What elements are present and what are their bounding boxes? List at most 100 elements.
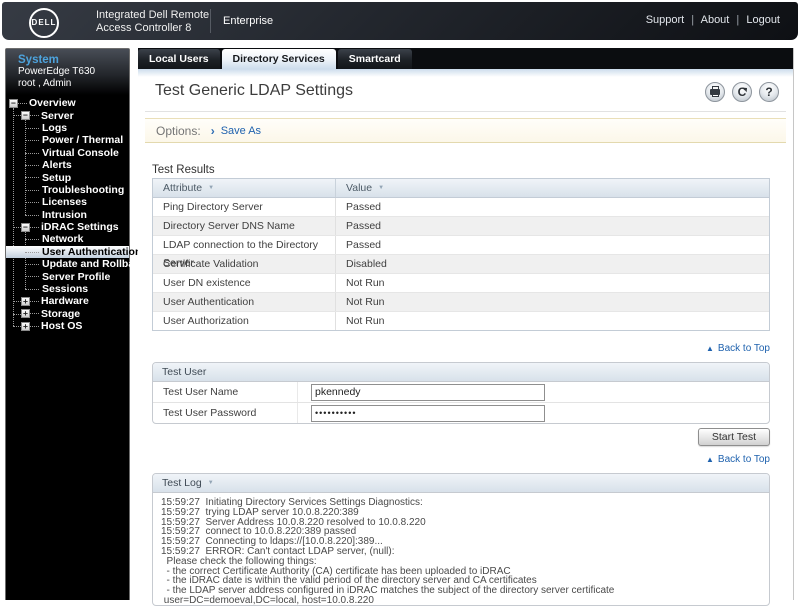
navigation-tree: − Overview − Server Logs Power / Thermal… <box>6 95 146 332</box>
tree-expand-icon[interactable]: + <box>21 321 39 331</box>
tree-collapse-icon[interactable]: − <box>21 111 39 121</box>
save-as-link[interactable]: Save As <box>221 125 261 137</box>
tree-collapse-icon[interactable]: − <box>9 98 27 108</box>
sidebar-item-user-authentication[interactable]: User Authentication <box>6 245 141 259</box>
sidebar-item-server[interactable]: − Server <box>6 109 129 122</box>
value-cell: Not Run <box>346 277 385 289</box>
product-name-line1: Integrated Dell Remote <box>96 9 210 21</box>
header-divider <box>210 9 211 33</box>
dell-logo-icon: DELL <box>29 8 59 38</box>
refresh-icon: C <box>737 85 747 99</box>
table-row: LDAP connection to the Directory Server … <box>153 236 769 269</box>
sidebar-item-label: Sessions <box>42 283 89 296</box>
back-to-top-link[interactable]: ▲ Back to Top <box>152 343 770 354</box>
sidebar-item-hardware[interactable]: + Hardware <box>6 295 129 307</box>
main-pane: Local Users Directory Services Smartcard… <box>138 48 794 606</box>
sidebar-item-label: Troubleshooting <box>42 183 125 196</box>
value-cell: Disabled <box>346 258 387 270</box>
logout-link[interactable]: Logout <box>746 14 780 26</box>
sidebar-item-label: Virtual Console <box>42 146 119 159</box>
column-header-attribute[interactable]: Attribute ▼ <box>153 179 336 197</box>
test-user-password-input[interactable] <box>311 404 545 422</box>
sort-icon: ▼ <box>207 480 214 486</box>
attribute-cell: Directory Server DNS Name <box>153 217 336 235</box>
tree-expand-icon[interactable]: + <box>21 309 39 319</box>
sidebar-item-label: iDRAC Settings <box>41 221 119 234</box>
test-user-name-label: Test User Name <box>153 382 298 402</box>
up-triangle-icon: ▲ <box>706 455 714 464</box>
header-links: Support | About | Logout <box>646 14 780 26</box>
tree-expand-icon[interactable]: + <box>21 297 39 306</box>
sidebar: System PowerEdge T630 root , Admin − Ove… <box>5 48 146 600</box>
app-header: DELL Integrated Dell Remote Access Contr… <box>2 2 798 40</box>
print-button[interactable] <box>705 82 725 102</box>
sidebar-item-update-and-rollback[interactable]: Update and Rollback <box>6 258 146 270</box>
test-log-header[interactable]: Test Log ▼ <box>153 474 769 493</box>
support-link[interactable]: Support <box>646 14 685 26</box>
sidebar-item-setup[interactable]: Setup <box>6 171 129 184</box>
start-test-button[interactable]: Start Test <box>697 428 770 446</box>
sidebar-item-label: Logs <box>42 121 68 134</box>
sidebar-item-alerts[interactable]: Alerts <box>6 159 129 171</box>
column-header-label: Value <box>346 182 373 194</box>
title-row: Test Generic LDAP Settings C ? <box>155 82 779 106</box>
product-name-line2: Access Controller 8 <box>96 21 192 34</box>
tab-smartcard[interactable]: Smartcard <box>337 49 412 69</box>
sidebar-item-sessions[interactable]: Sessions <box>6 283 129 295</box>
help-button[interactable]: ? <box>759 82 779 102</box>
column-header-label: Attribute <box>163 182 203 194</box>
test-user-password-row: Test User Password <box>153 403 769 423</box>
sidebar-item-label: Update and Rollback <box>42 258 146 271</box>
about-link[interactable]: About <box>701 14 730 26</box>
sidebar-item-idrac-settings[interactable]: − iDRAC Settings <box>6 221 129 233</box>
title-separator <box>145 111 786 112</box>
sidebar-item-power-thermal[interactable]: Power / Thermal <box>6 134 129 146</box>
sidebar-item-label: Storage <box>41 307 81 320</box>
tab-directory-services[interactable]: Directory Services <box>221 49 336 69</box>
table-row: Ping Directory Server Passed <box>153 198 769 217</box>
sidebar-item-intrusion[interactable]: Intrusion <box>6 209 129 221</box>
options-label: Options: <box>156 123 201 138</box>
sidebar-item-overview[interactable]: − Overview <box>6 97 129 109</box>
attribute-cell: User Authentication <box>153 293 336 311</box>
table-header-row: Attribute ▼ Value ▼ <box>153 179 769 198</box>
sidebar-item-licenses[interactable]: Licenses <box>6 196 129 208</box>
back-to-top-label: Back to Top <box>717 343 770 354</box>
sidebar-item-network[interactable]: Network <box>6 233 129 245</box>
test-results-heading: Test Results <box>152 164 215 176</box>
refresh-button[interactable]: C <box>732 82 752 102</box>
printer-icon <box>710 86 720 97</box>
edition-label: Enterprise <box>223 15 274 27</box>
tab-bar-fade <box>138 69 793 77</box>
field-cell <box>298 383 545 401</box>
link-separator: | <box>691 14 695 26</box>
sidebar-item-label: Hardware <box>41 295 89 308</box>
column-header-value[interactable]: Value ▼ <box>336 179 769 197</box>
test-log-content: 15:59:27 Initiating Directory Services S… <box>161 497 615 606</box>
back-to-top-link[interactable]: ▲ Back to Top <box>152 454 770 465</box>
value-cell: Passed <box>346 220 382 232</box>
sort-icon: ▼ <box>208 185 215 191</box>
sidebar-item-label: User Authentication <box>42 245 142 258</box>
attribute-cell: User Authorization <box>153 312 336 330</box>
sidebar-item-label: Licenses <box>42 196 87 209</box>
test-user-name-input[interactable] <box>311 383 545 401</box>
sidebar-item-storage[interactable]: + Storage <box>6 308 129 320</box>
logged-in-user: root , Admin <box>18 77 72 89</box>
test-log-panel: Test Log ▼ 15:59:27 Initiating Directory … <box>152 473 770 606</box>
sidebar-item-troubleshooting[interactable]: Troubleshooting <box>6 184 129 196</box>
button-row: Start Test <box>152 427 770 446</box>
sidebar-item-label: Overview <box>29 97 76 110</box>
tree-collapse-icon[interactable]: − <box>21 222 39 232</box>
sidebar-item-label: Server Profile <box>42 270 111 283</box>
sidebar-item-virtual-console[interactable]: Virtual Console <box>6 147 129 159</box>
sidebar-item-label: Network <box>42 233 84 246</box>
link-separator: | <box>736 14 740 26</box>
page-action-buttons: C ? <box>705 82 779 102</box>
sidebar-item-server-profile[interactable]: Server Profile <box>6 270 129 283</box>
tab-local-users[interactable]: Local Users <box>138 49 220 69</box>
sidebar-item-logs[interactable]: Logs <box>6 122 129 134</box>
sidebar-item-host-os[interactable]: + Host OS <box>6 320 129 332</box>
test-user-panel: Test User Test User Name Test User Passw… <box>152 362 770 424</box>
page-content: Test Results Attribute ▼ Value ▼ Ping Dire… <box>152 144 770 606</box>
